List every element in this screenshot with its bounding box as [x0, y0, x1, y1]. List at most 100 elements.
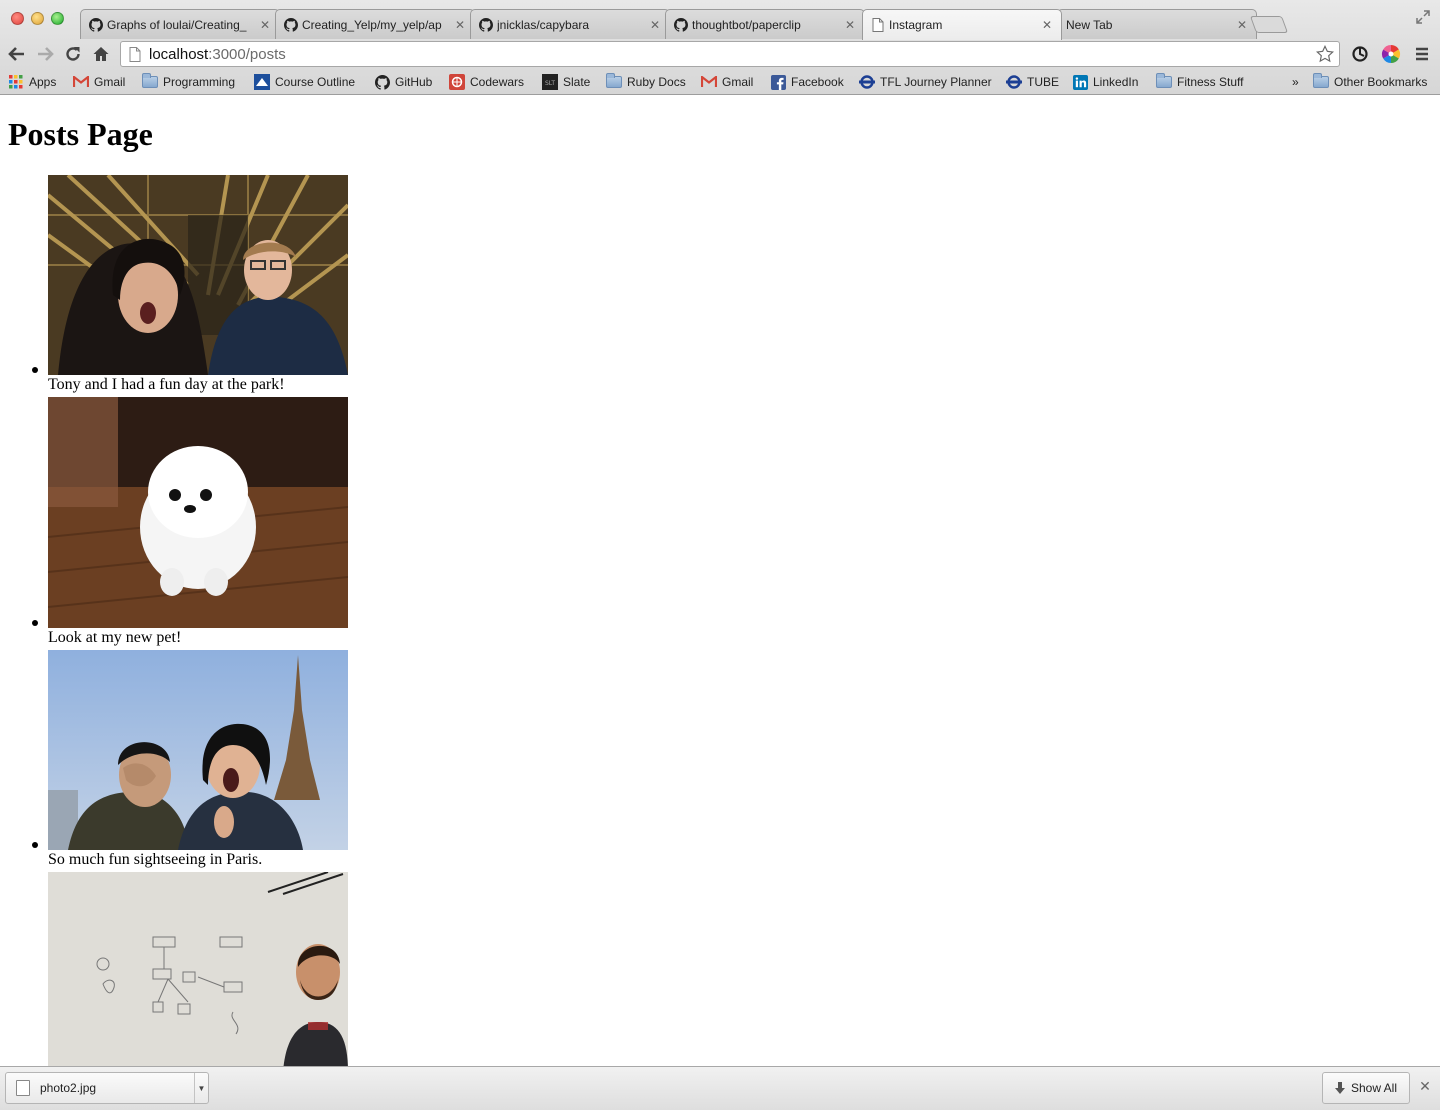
bookmark-other-bookmarks[interactable]: Other Bookmarks — [1313, 73, 1427, 91]
post-item — [48, 872, 348, 1066]
bookmark-label: TFL Journey Planner — [880, 75, 992, 89]
tab-new-tab[interactable]: New Tab ✕ — [1057, 9, 1257, 39]
tab-close-icon[interactable]: ✕ — [1236, 18, 1248, 32]
bookmark-label: Gmail — [722, 75, 754, 89]
post-caption: Look at my new pet! — [48, 629, 182, 646]
browser-toolbar: localhost:3000/posts — [0, 39, 1440, 69]
bookmark-label: Course Outline — [275, 75, 356, 89]
download-menu-chevron-icon[interactable]: ▼ — [194, 1073, 208, 1103]
bookmarks-bar: Apps Gmail Programming Course Outline Gi… — [0, 70, 1440, 94]
folder-icon — [1313, 73, 1329, 90]
github-icon — [374, 74, 390, 90]
bookmark-label: Gmail — [94, 75, 126, 89]
show-all-downloads-button[interactable]: Show All — [1322, 1072, 1410, 1104]
bookmark-programming[interactable]: Programming — [142, 73, 235, 91]
bookmark-label: Facebook — [791, 75, 844, 89]
zoom-window-button[interactable] — [51, 12, 64, 25]
download-arrow-icon — [1334, 1082, 1345, 1094]
bookmark-github[interactable]: GitHub — [374, 73, 432, 91]
bookmark-gmail[interactable]: Gmail — [73, 73, 125, 91]
browser-chrome: Graphs of loulai/Creating_ ✕ Creating_Ye… — [0, 0, 1440, 95]
bookmark-apps[interactable]: Apps — [8, 73, 56, 91]
download-item[interactable]: photo2.jpg ▼ — [5, 1072, 209, 1104]
bookmark-star-icon[interactable] — [1316, 45, 1334, 63]
list-bullet — [32, 620, 38, 626]
tab-label: jnicklas/capybara — [497, 17, 590, 32]
bookmark-gmail-2[interactable]: Gmail — [701, 73, 753, 91]
slate-icon: SLT — [542, 74, 558, 90]
close-window-button[interactable] — [11, 12, 24, 25]
fullscreen-icon[interactable] — [1416, 10, 1430, 24]
reload-icon[interactable] — [62, 43, 84, 65]
color-picker-extension-icon[interactable] — [1381, 44, 1401, 64]
chevron-double-right-icon: » — [1292, 75, 1299, 89]
bookmark-slate[interactable]: SLT Slate — [542, 73, 590, 91]
download-filename: photo2.jpg — [40, 1081, 97, 1095]
bookmark-codewars[interactable]: Codewars — [449, 73, 524, 91]
bookmark-ruby-docs[interactable]: Ruby Docs — [606, 73, 686, 91]
github-icon — [674, 17, 688, 32]
tab-close-icon[interactable]: ✕ — [259, 18, 271, 32]
bookmark-label: Slate — [563, 75, 591, 89]
post-image-whiteboard — [48, 872, 348, 1066]
gmail-icon — [73, 74, 89, 90]
url-path: :3000/posts — [208, 45, 286, 63]
tab-creating-yelp[interactable]: Creating_Yelp/my_yelp/ap ✕ — [275, 9, 475, 39]
tab-strip: Graphs of loulai/Creating_ ✕ Creating_Ye… — [0, 0, 1440, 40]
bookmark-label: Programming — [163, 75, 236, 89]
tab-paperclip[interactable]: thoughtbot/paperclip ✕ — [665, 9, 865, 39]
tab-close-icon[interactable]: ✕ — [454, 18, 466, 32]
bookmark-facebook[interactable]: Facebook — [770, 73, 844, 91]
post-caption: Tony and I had a fun day at the park! — [48, 376, 285, 393]
tab-label: Instagram — [889, 18, 943, 32]
menu-icon[interactable] — [1412, 44, 1432, 64]
post-image-pomeranian — [48, 397, 348, 628]
bookmark-label: TUBE — [1027, 75, 1060, 89]
url-host: localhost — [149, 45, 209, 63]
github-icon — [284, 17, 298, 32]
download-bar: photo2.jpg ▼ Show All ✕ — [0, 1066, 1440, 1110]
new-tab-button[interactable] — [1249, 16, 1289, 33]
forward-arrow-icon[interactable] — [34, 43, 56, 65]
post-image-roller-coaster — [48, 175, 348, 375]
tab-label: thoughtbot/paperclip — [692, 17, 801, 32]
post-item: So much fun sightseeing in Paris. — [48, 650, 348, 872]
tab-capybara[interactable]: jnicklas/capybara ✕ — [470, 9, 670, 39]
back-arrow-icon[interactable] — [6, 43, 28, 65]
home-icon[interactable] — [90, 43, 112, 65]
bookmark-tube[interactable]: TUBE — [1006, 73, 1059, 91]
bookmark-label: Apps — [29, 75, 57, 89]
address-bar[interactable]: localhost:3000/posts — [120, 41, 1340, 67]
bookmark-linkedin[interactable]: LinkedIn — [1072, 73, 1138, 91]
bookmark-tfl-journey-planner[interactable]: TFL Journey Planner — [859, 73, 992, 91]
tab-close-icon[interactable]: ✕ — [1041, 18, 1053, 32]
codewars-icon — [449, 74, 465, 90]
bookmark-label: Other Bookmarks — [1334, 75, 1428, 89]
tfl-roundel-icon — [1006, 74, 1022, 90]
page-content: Posts Page Tony and I had a fun day at t… — [0, 95, 1440, 1066]
list-bullet — [32, 842, 38, 848]
github-icon — [89, 17, 103, 32]
page-icon — [129, 46, 141, 62]
minimize-window-button[interactable] — [31, 12, 44, 25]
bookmark-label: GitHub — [395, 75, 433, 89]
svg-text:SLT: SLT — [545, 80, 555, 87]
extension-sync-icon[interactable] — [1350, 44, 1370, 64]
tab-close-icon[interactable]: ✕ — [649, 18, 661, 32]
tab-close-icon[interactable]: ✕ — [844, 18, 856, 32]
tab-instagram[interactable]: Instagram ✕ — [862, 9, 1062, 40]
bookmark-label: Fitness Stuff — [1177, 75, 1244, 89]
tab-label: Creating_Yelp/my_yelp/ap — [302, 17, 442, 32]
course-icon — [254, 74, 270, 90]
tab-graphs-loulai[interactable]: Graphs of loulai/Creating_ ✕ — [80, 9, 280, 39]
show-all-label: Show All — [1350, 1081, 1398, 1095]
bookmarks-overflow-button[interactable]: » — [1292, 73, 1299, 91]
post-image-eiffel-tower — [48, 650, 348, 850]
close-download-bar-icon[interactable]: ✕ — [1418, 1079, 1432, 1093]
folder-icon — [142, 73, 158, 90]
list-bullet — [32, 367, 38, 373]
bookmark-course-outline[interactable]: Course Outline — [254, 73, 355, 91]
bookmark-label: LinkedIn — [1093, 75, 1139, 89]
folder-icon — [606, 73, 622, 90]
bookmark-fitness-stuff[interactable]: Fitness Stuff — [1156, 73, 1243, 91]
